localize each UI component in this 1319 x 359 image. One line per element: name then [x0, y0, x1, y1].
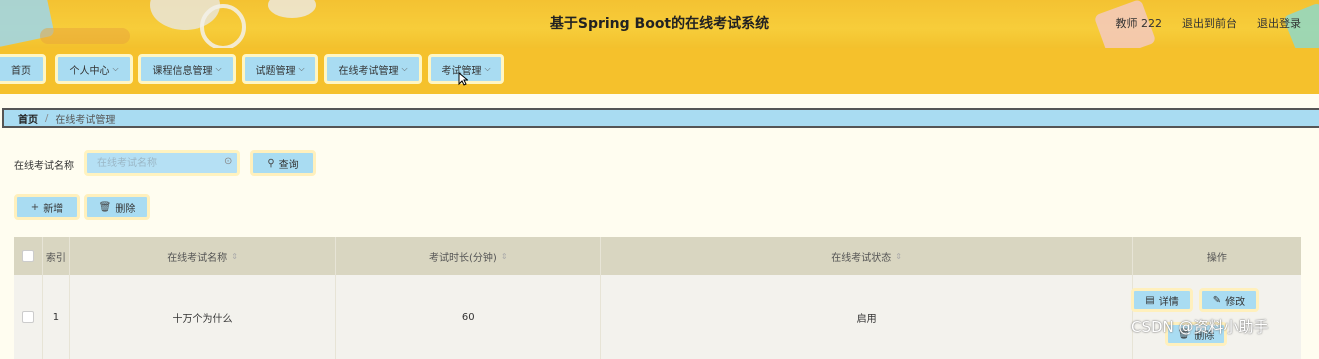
column-header-label: 在线考试状态 — [831, 252, 892, 264]
checkbox[interactable] — [21, 250, 34, 262]
document-icon: ▤ — [1145, 294, 1155, 306]
chevron-down-icon: ⌵ — [484, 64, 491, 73]
detail-button-label: 详情 — [1158, 296, 1179, 308]
trash-icon: 🗑 — [98, 201, 112, 213]
nav-item-personal-center[interactable]: 个人中心 ⌵ — [55, 54, 133, 84]
delete-button[interactable]: 🗑 删除 — [84, 194, 150, 220]
nav-item-home[interactable]: 首页 — [0, 54, 46, 84]
nav-item-label: 首页 — [11, 65, 31, 77]
column-header: 索引 — [43, 237, 70, 275]
search-label: 在线考试名称 — [14, 161, 74, 172]
sort-icon[interactable]: ⇕ — [231, 252, 238, 261]
sort-icon[interactable]: ⇕ — [895, 252, 902, 261]
breadcrumb-current: 在线考试管理 — [55, 114, 116, 126]
row-duration: 60 — [336, 275, 602, 359]
row-index: 1 — [43, 275, 70, 359]
checkbox[interactable] — [21, 311, 34, 323]
column-header: 操作 — [1206, 252, 1227, 264]
breadcrumb-home[interactable]: 首页 — [18, 111, 38, 126]
row-select[interactable] — [14, 275, 43, 359]
user-area: 教师 222 退出到前台 退出登录 — [1116, 15, 1302, 31]
search-input[interactable] — [84, 150, 240, 176]
exam-table: 索引 在线考试名称 ⇕ 考试时长(分钟) ⇕ 在线考试状态 ⇕ 操作 1 十万个为什么… — [14, 237, 1301, 359]
add-button[interactable]: + 新增 — [14, 194, 80, 220]
row-exam-name: 十万个为什么 — [70, 275, 337, 359]
chevron-down-icon: ⌵ — [298, 64, 305, 73]
nav-item-online-exam-mgmt[interactable]: 在线考试管理 ⌵ — [324, 54, 422, 84]
column-header-label: 在线考试名称 — [167, 252, 228, 264]
column-header-status[interactable]: 在线考试状态 ⇕ — [601, 237, 1133, 275]
chevron-down-icon: ⌵ — [215, 64, 222, 73]
search-icon: ⚲ — [267, 157, 275, 169]
header-select-all[interactable] — [14, 237, 43, 275]
row-status: 启用 — [601, 275, 1133, 359]
back-to-front-link[interactable]: 退出到前台 — [1182, 15, 1237, 31]
query-button[interactable]: ⚲ 查询 — [250, 150, 316, 176]
table-row: 1 十万个为什么 60 启用 — [14, 275, 1301, 359]
detail-button[interactable]: ▤ 详情 — [1131, 288, 1193, 312]
clear-icon: ⊙ — [224, 156, 233, 167]
nav-item-course-info[interactable]: 课程信息管理 ⌵ — [138, 54, 236, 84]
delete-button-label: 删除 — [115, 203, 136, 215]
column-header-duration[interactable]: 考试时长(分钟) ⇕ — [336, 237, 602, 275]
nav-item-question-mgmt[interactable]: 试题管理 ⌵ — [242, 54, 318, 84]
add-button-label: 新增 — [43, 203, 64, 215]
nav-item-label: 试题管理 — [255, 65, 296, 77]
nav-item-label: 课程信息管理 — [152, 65, 213, 77]
edit-button-label: 修改 — [1225, 296, 1246, 308]
mouse-cursor-icon — [458, 72, 468, 86]
plus-icon: + — [30, 201, 40, 213]
chevron-down-icon: ⌵ — [112, 64, 119, 73]
nav-item-label: 在线考试管理 — [338, 65, 399, 77]
chevron-down-icon: ⌵ — [401, 64, 408, 73]
edit-button[interactable]: ✎ 修改 — [1199, 288, 1259, 312]
current-user-label: 教师 222 — [1115, 17, 1163, 30]
watermark: CSDN @资料小助手 — [1131, 318, 1269, 336]
main-nav: 首页 个人中心 ⌵ 课程信息管理 ⌵ 试题管理 ⌵ 在线考试管理 ⌵ 考试管理 … — [0, 48, 1319, 94]
logout-link[interactable]: 退出登录 — [1257, 15, 1301, 31]
edit-icon: ✎ — [1212, 294, 1222, 306]
top-header: 基于Spring Boot的在线考试系统 教师 222 退出到前台 退出登录 — [0, 0, 1319, 48]
nav-item-label: 个人中心 — [69, 65, 110, 77]
sort-icon[interactable]: ⇕ — [501, 252, 508, 261]
column-header-label: 考试时长(分钟) — [429, 252, 497, 264]
query-button-label: 查询 — [278, 159, 299, 171]
column-header-exam-name[interactable]: 在线考试名称 ⇕ — [70, 237, 337, 275]
breadcrumb: 首页 / 在线考试管理 — [2, 108, 1319, 128]
table-header: 索引 在线考试名称 ⇕ 考试时长(分钟) ⇕ 在线考试状态 ⇕ 操作 — [14, 237, 1301, 275]
breadcrumb-separator: / — [45, 112, 49, 124]
